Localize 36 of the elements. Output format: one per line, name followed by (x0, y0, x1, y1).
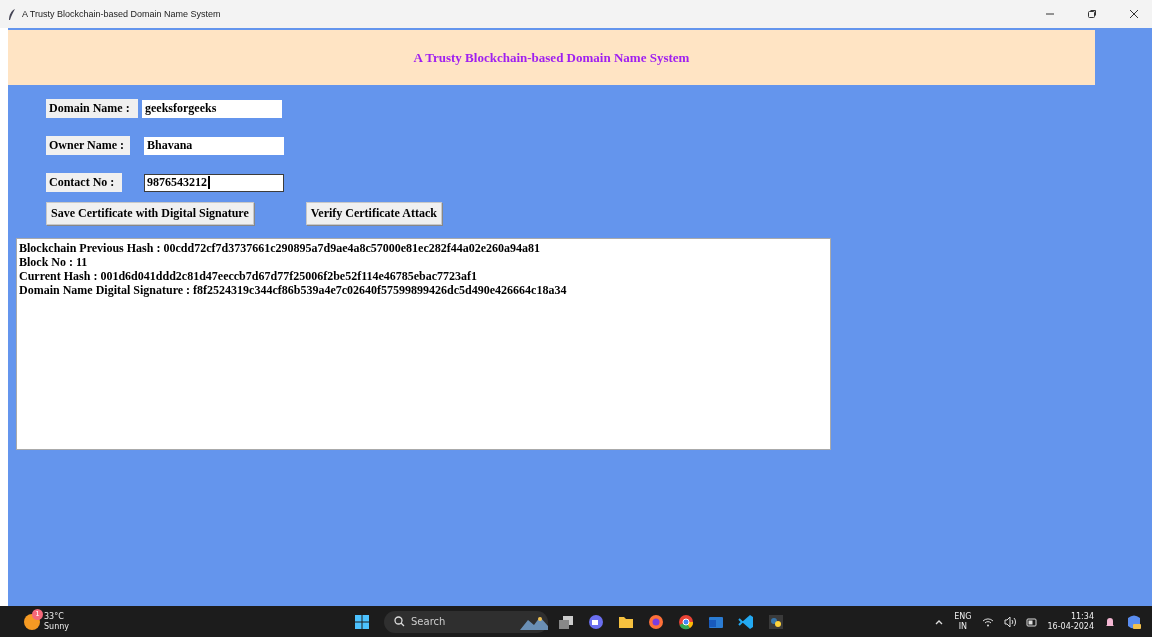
output-line: Block No : 11 (19, 255, 89, 269)
restore-icon[interactable] (1087, 9, 1097, 19)
clock-date[interactable]: 16-04-2024 (1047, 621, 1094, 632)
temperature: 33°C (44, 611, 64, 622)
video-chat-icon[interactable] (588, 613, 604, 630)
output-line: Blockchain Previous Hash : 00cdd72cf7d3737661c290895a7d9ae4a8c57000e81ec282f44a02e260a94a81 (19, 241, 542, 255)
field-label: Contact No : (46, 173, 122, 192)
text-field[interactable]: 9876543212 (144, 173, 284, 192)
field-label: Domain Name : (46, 99, 138, 118)
field-label: Owner Name : (46, 136, 130, 155)
text-field[interactable]: Bhavana (144, 136, 284, 155)
output-line: Current Hash : 001d6d041ddd2c81d47eeccb7d67d77f25006f2be52f114e46785ebac7723af1 (19, 269, 479, 283)
search-icon (394, 616, 405, 627)
battery-icon[interactable] (1025, 615, 1038, 628)
chrome-icon[interactable] (678, 613, 694, 630)
task-view-icon[interactable] (558, 613, 574, 630)
text-field[interactable]: geeksforgeeks (142, 99, 282, 118)
wifi-icon[interactable] (981, 615, 994, 628)
weather-condition: Sunny (44, 621, 70, 632)
language-code[interactable]: ENG (954, 611, 972, 622)
search-placeholder: Search (411, 616, 447, 627)
feather-icon (8, 8, 16, 20)
volume-icon[interactable] (1003, 615, 1016, 628)
search-field[interactable]: Search (384, 610, 548, 633)
window-title: A Trusty Blockchain-based Domain Name System (22, 9, 222, 19)
language-region[interactable]: IN (958, 621, 968, 632)
code-editor-icon[interactable] (738, 613, 754, 630)
bell-icon[interactable] (1104, 615, 1116, 628)
close-icon[interactable] (1129, 9, 1139, 19)
save-button[interactable]: Save Certificate with Digital Signature (46, 202, 254, 225)
verify-button[interactable]: Verify Certificate Attack (305, 202, 442, 225)
app-title: A Trusty Blockchain-based Domain Name System (413, 49, 690, 66)
firefox-icon[interactable] (648, 613, 664, 630)
windows-icon[interactable] (354, 613, 370, 630)
output-line: Domain Name Digital Signature : f8f2524319c344cf86b539a4e7c02640f57599899426dc5d490e426664c18a34 (19, 283, 568, 297)
clock-time[interactable]: 11:34 (1070, 611, 1094, 622)
